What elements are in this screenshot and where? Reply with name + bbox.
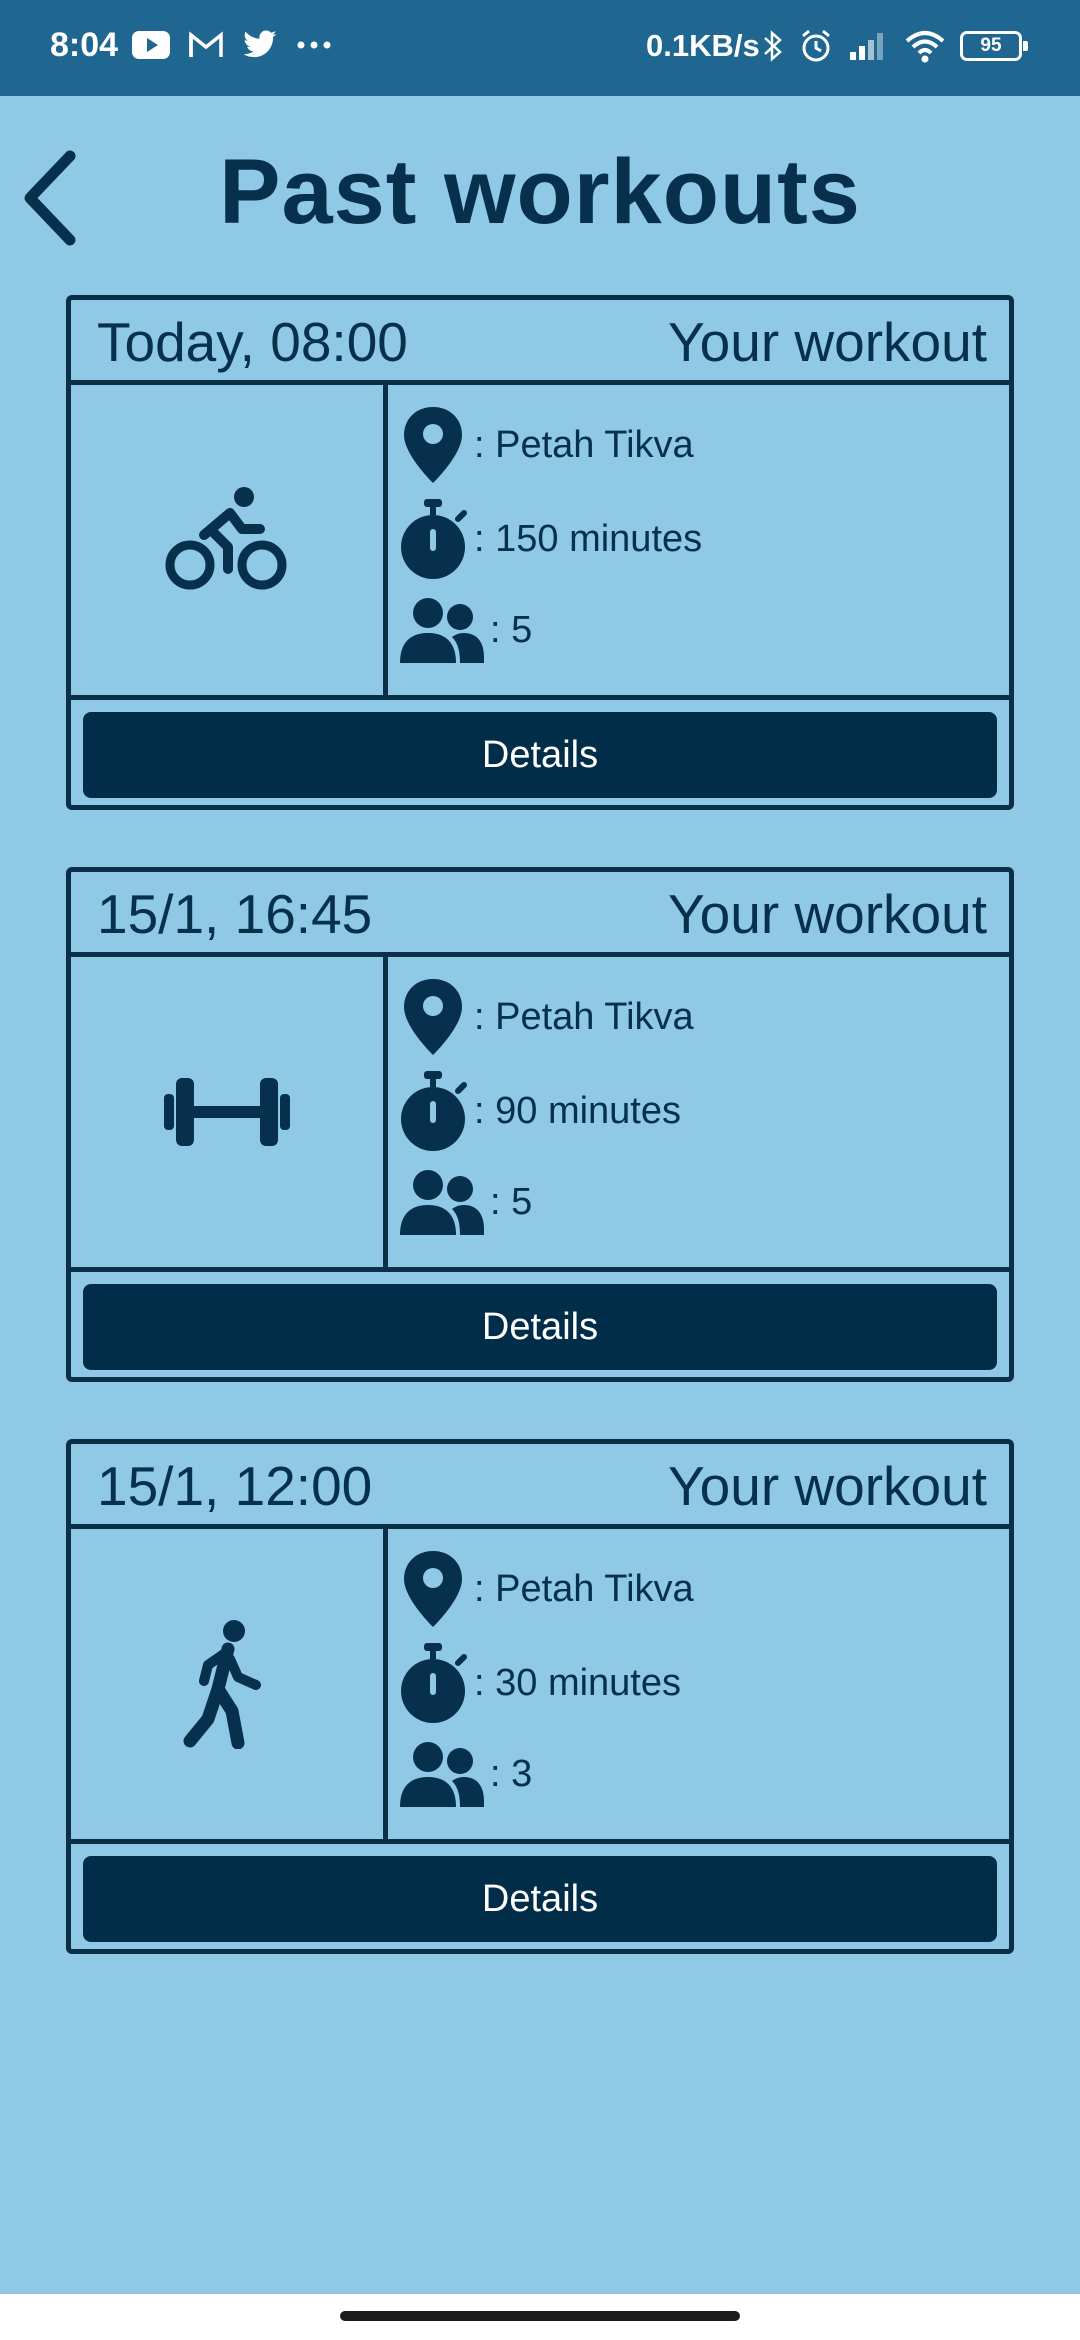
- workout-location: : Petah Tikva: [474, 1567, 694, 1610]
- workout-card: 15/1, 16:45 Your workout : Petah Tikva :…: [66, 867, 1014, 1382]
- activity-cell: [71, 385, 388, 695]
- location-row: : Petah Tikva: [398, 1549, 694, 1629]
- participants-row: : 5: [398, 1167, 532, 1237]
- page-title: Past workouts: [219, 141, 861, 243]
- workout-duration: : 30 minutes: [474, 1661, 681, 1704]
- participants-row: : 5: [398, 595, 532, 665]
- users-icon: [400, 1742, 484, 1807]
- location-pin-icon: [404, 407, 462, 483]
- card-header: 15/1, 16:45 Your workout: [71, 872, 1009, 957]
- workout-date: Today, 08:00: [97, 311, 408, 373]
- workout-label: Your workout: [668, 883, 987, 945]
- battery-indicator: 95: [960, 31, 1028, 61]
- bluetooth-icon: [764, 30, 782, 62]
- net-speed: 0.1KB/s: [646, 28, 760, 63]
- wifi-icon: [905, 31, 945, 63]
- workout-participants: : 3: [490, 1752, 533, 1795]
- location-pin-icon: [404, 1551, 462, 1627]
- walking-icon: [183, 1620, 261, 1749]
- stopwatch-icon: [401, 1643, 467, 1723]
- card-footer: Details: [71, 1839, 1009, 1954]
- workout-info: : Petah Tikva : 150 minutes : 5: [388, 385, 1008, 695]
- participants-row: : 3: [398, 1739, 532, 1809]
- card-header: 15/1, 12:00 Your workout: [71, 1444, 1009, 1529]
- activity-cell: [71, 1529, 388, 1839]
- twitter-icon: [243, 30, 277, 58]
- card-footer: Details: [71, 695, 1009, 810]
- details-button[interactable]: Details: [83, 1856, 997, 1942]
- workout-card: Today, 08:00 Your workout : Petah Tikva …: [66, 295, 1014, 810]
- workout-location: : Petah Tikva: [474, 995, 694, 1038]
- cycling-icon: [165, 487, 287, 590]
- stopwatch-icon: [401, 1071, 467, 1151]
- status-bar: 8:04 0.1KB/s 95: [0, 0, 1080, 96]
- card-header: Today, 08:00 Your workout: [71, 300, 1009, 385]
- home-gesture-handle[interactable]: [340, 2311, 740, 2321]
- workout-duration: : 90 minutes: [474, 1089, 681, 1132]
- workout-date: 15/1, 16:45: [97, 883, 373, 945]
- system-nav-bar: [0, 2294, 1080, 2340]
- details-button[interactable]: Details: [83, 1284, 997, 1370]
- users-icon: [400, 598, 484, 663]
- workout-date: 15/1, 12:00: [97, 1455, 373, 1517]
- workout-label: Your workout: [668, 311, 987, 373]
- workout-participants: : 5: [490, 1180, 533, 1223]
- header: Past workouts: [0, 96, 1080, 286]
- stopwatch-icon: [401, 499, 467, 579]
- duration-row: : 150 minutes: [398, 497, 702, 581]
- workout-participants: : 5: [490, 608, 533, 651]
- card-footer: Details: [71, 1267, 1009, 1382]
- workout-label: Your workout: [668, 1455, 987, 1517]
- more-icon: [297, 41, 331, 49]
- workout-location: : Petah Tikva: [474, 423, 694, 466]
- system-icons: 95: [762, 28, 1028, 64]
- alarm-icon: [802, 29, 830, 62]
- workout-duration: : 150 minutes: [474, 517, 703, 560]
- details-button[interactable]: Details: [83, 712, 997, 798]
- users-icon: [400, 1170, 484, 1235]
- location-row: : Petah Tikva: [398, 977, 694, 1057]
- notification-icons: [132, 30, 332, 60]
- duration-row: : 30 minutes: [398, 1641, 681, 1725]
- signal-icon: [850, 33, 883, 60]
- location-pin-icon: [404, 979, 462, 1055]
- workout-info: : Petah Tikva : 30 minutes : 3: [388, 1529, 1008, 1839]
- workout-card: 15/1, 12:00 Your workout : Petah Tikva :…: [66, 1439, 1014, 1954]
- workout-info: : Petah Tikva : 90 minutes : 5: [388, 957, 1008, 1267]
- gmail-icon: [189, 31, 223, 57]
- youtube-icon: [132, 31, 170, 59]
- dumbbell-icon: [164, 1078, 290, 1146]
- status-time: 8:04: [50, 26, 119, 64]
- location-row: : Petah Tikva: [398, 405, 694, 485]
- activity-cell: [71, 957, 388, 1267]
- duration-row: : 90 minutes: [398, 1069, 681, 1153]
